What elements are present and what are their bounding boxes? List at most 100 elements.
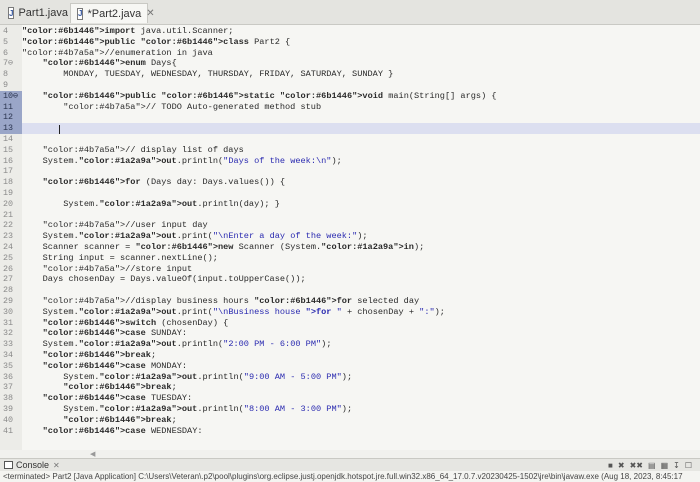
code-text: "color:#6b1446">break; [63,414,177,425]
line-number: 38 [3,393,14,404]
tab-label: Part1.java [18,7,68,19]
code-line[interactable]: 21 [0,210,700,221]
text-cursor [59,125,61,135]
line-number: 19 [3,188,14,198]
code-text: "color:#6b1446">case MONDAY: [42,360,188,371]
code-line[interactable]: 19 [0,188,700,199]
code-line[interactable]: 18 "color:#6b1446">for (Days day: Days.v… [0,177,700,188]
line-number: 13 [0,123,22,134]
code-text: "color:#6b1446">switch (chosenDay) { [42,317,229,328]
code-text: System."color:#1a2a9a">out.print("\nEnte… [22,231,368,242]
line-number: 40 [3,414,14,425]
close-icon[interactable]: ✕ [53,461,60,470]
java-file-icon: J [8,7,15,19]
code-line[interactable]: 16 System."color:#1a2a9a">out.println("D… [0,156,700,167]
line-number: 25 [3,252,14,263]
code-text: "color:#6b1446">break; [42,350,157,360]
code-line[interactable]: 25 String input = scanner.nextLine(); [0,253,700,264]
code-line[interactable]: 23 System."color:#1a2a9a">out.print("\nE… [0,231,700,242]
code-line[interactable]: 4 "color:#6b1446">import java.util.Scanne… [0,26,700,37]
code-line[interactable]: 13 [0,123,700,135]
clear-console-icon[interactable]: ▤ [648,461,656,470]
code-line[interactable]: 31 "color:#6b1446">switch (chosenDay) { [0,318,700,329]
remove-launch-icon[interactable]: ✖ [618,461,625,470]
console-output: <terminated> Part2 [Java Application] C:… [0,471,700,482]
code-line[interactable]: 7⊖ "color:#6b1446">enum Days{ [0,58,700,69]
code-line[interactable]: 20 System."color:#1a2a9a">out.println(da… [0,199,700,210]
line-number: 9 [3,80,9,90]
tab-console[interactable]: Console ✕ [4,460,60,470]
scroll-lock-icon[interactable]: ▦ [661,461,669,470]
code-line[interactable]: 10⊖ "color:#6b1446">public "color:#6b144… [0,90,700,102]
code-line[interactable]: 32 "color:#6b1446">case SUNDAY: [0,328,700,339]
line-number: 4 [3,26,9,36]
java-file-icon: J [77,7,84,20]
code-text: System."color:#1a2a9a">out.print("\nBusi… [22,306,445,317]
tab-part2-java[interactable]: J *Part2.java ✕ [70,3,155,23]
code-line[interactable]: 29 "color:#4b7a5a">//display business ho… [0,296,700,307]
code-line[interactable]: 38 "color:#6b1446">case TUESDAY: [0,393,700,404]
code-line[interactable]: 12 [0,112,700,124]
tab-part1-java[interactable]: J Part1.java [2,3,68,23]
code-line[interactable]: 26 "color:#4b7a5a">//store input [0,264,700,275]
code-text: String input = scanner.nextLine(); [22,252,218,263]
code-text: "color:#6b1446">case SUNDAY: [42,328,188,339]
horizontal-scrollbar[interactable]: ◀ [90,450,106,458]
code-text: "color:#6b1446">break; [63,382,177,393]
code-text: System."color:#1a2a9a">out.println("2:00… [22,339,332,350]
line-number: 18 [3,177,14,188]
line-number: 35 [3,360,14,371]
code-text: "color:#4b7a5a">// display list of days [42,144,244,155]
line-number: 15 [3,144,14,155]
code-line[interactable]: 27 Days chosenDay = Days.valueOf(input.t… [0,274,700,285]
code-line[interactable]: 8 MONDAY, TUESDAY, WEDNESDAY, THURSDAY, … [0,69,700,80]
code-text: "color:#6b1446">for (Days day: Days.valu… [42,177,286,188]
display-console-icon[interactable]: ☐ [685,461,692,470]
code-editor[interactable]: 4 "color:#6b1446">import java.util.Scanne… [0,25,700,450]
code-text: "color:#6b1446">public "color:#6b1446">s… [42,90,497,101]
pin-console-icon[interactable]: ↧ [673,461,680,470]
code-line[interactable]: 33 System."color:#1a2a9a">out.println("2… [0,339,700,350]
code-line[interactable]: 6 "color:#4b7a5a">//enumeration in java [0,48,700,59]
code-line[interactable]: 14 [0,134,700,145]
code-line[interactable]: 22 "color:#4b7a5a">//user input day [0,220,700,231]
line-number: 7⊖ [3,58,14,69]
code-text: "color:#6b1446">public "color:#6b1446">c… [22,36,291,47]
code-line[interactable]: 5 "color:#6b1446">public "color:#6b1446">… [0,37,700,48]
code-line[interactable]: 9 [0,80,700,91]
line-number: 16 [3,155,14,166]
code-text: Scanner scanner = "color:#6b1446">new Sc… [22,242,425,252]
code-text: System."color:#1a2a9a">out.println("9:00… [22,371,353,382]
code-line[interactable]: 35 "color:#6b1446">case MONDAY: [0,361,700,372]
line-number: 30 [3,306,14,317]
line-number: 22 [3,220,14,231]
code-line[interactable]: 34 "color:#6b1446">break; [0,350,700,361]
code-line[interactable]: 39 System."color:#1a2a9a">out.println("8… [0,404,700,415]
terminate-icon[interactable]: ■ [608,461,613,470]
code-line[interactable]: 28 [0,285,700,296]
code-line[interactable]: 41 "color:#6b1446">case WEDNESDAY: [0,426,700,437]
code-line[interactable]: 17 [0,166,700,177]
line-number: 12 [0,112,22,124]
code-line[interactable]: 30 System."color:#1a2a9a">out.print("\nB… [0,307,700,318]
code-line[interactable]: 36 System."color:#1a2a9a">out.println("9… [0,372,700,383]
code-text: "color:#6b1446">case TUESDAY: [42,393,193,404]
code-text: "color:#6b1446">import java.util.Scanner… [22,26,234,36]
line-number: 31 [3,317,14,328]
code-text: Days chosenDay = Days.valueOf(input.toUp… [22,274,306,285]
line-number: 33 [3,339,14,350]
remove-all-icon[interactable]: ✖✖ [630,461,643,470]
line-number: 27 [3,274,14,285]
code-line[interactable]: 15 "color:#4b7a5a">// display list of da… [0,145,700,156]
line-number: 29 [3,296,14,306]
line-number: 17 [3,166,14,177]
line-number: 36 [3,371,14,382]
code-line[interactable]: 24 Scanner scanner = "color:#6b1446">new… [0,242,700,253]
close-icon[interactable]: ✕ [146,8,154,19]
line-number: 23 [3,231,14,242]
code-line[interactable]: 40 "color:#6b1446">break; [0,415,700,426]
console-panel-header: Console ✕ ■ ✖ ✖✖ ▤ ▦ ↧ ☐ [0,458,700,471]
code-line[interactable]: 37 "color:#6b1446">break; [0,382,700,393]
console-label: Console [16,460,50,470]
code-line[interactable]: 11 "color:#4b7a5a">// TODO Auto-generate… [0,101,700,113]
